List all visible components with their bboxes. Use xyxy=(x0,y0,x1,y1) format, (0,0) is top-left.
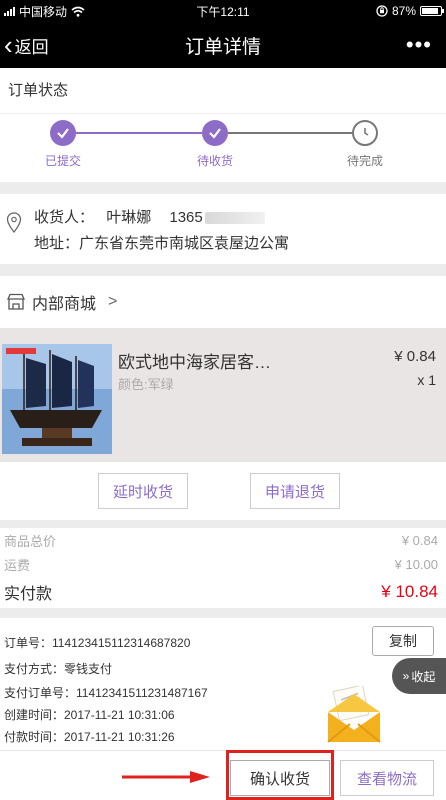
delay-receipt-button[interactable]: 延时收货 xyxy=(98,473,188,509)
page-title: 订单详情 xyxy=(184,36,261,58)
battery-icon xyxy=(420,6,444,16)
confirm-receipt-button[interactable]: 确认收货 xyxy=(230,760,330,796)
collapse-button[interactable]: » 收起 xyxy=(392,658,446,694)
product-image xyxy=(2,344,112,454)
created-time: 创建时间：2017-11-21 10:31:06 xyxy=(4,708,175,722)
paid-total-row: 实付款 ¥ 10.84 xyxy=(0,578,446,606)
goods-total-row: 商品总价 ¥ 0.84 xyxy=(0,528,446,552)
more-options-button[interactable]: ••• xyxy=(406,32,446,58)
chevron-left-icon: ‹ xyxy=(4,30,13,60)
bottom-action-bar: 确认收货 查看物流 xyxy=(0,750,446,800)
order-status-section: 订单状态 已提交 待收货 待完成 xyxy=(0,68,446,182)
request-return-button[interactable]: 申请退货 xyxy=(250,473,340,509)
paid-total-label: 实付款 xyxy=(4,586,53,603)
shipping-row: 运费 ¥ 10.00 xyxy=(0,552,446,576)
signal-icon xyxy=(4,6,15,16)
shop-icon xyxy=(6,293,26,310)
status-left: 中国移动 xyxy=(4,3,85,20)
price-summary: 商品总价 ¥ 0.84 运费 ¥ 10.00 实付款 ¥ 10.84 xyxy=(0,528,446,608)
wifi-icon xyxy=(71,6,85,17)
annotation-arrow-icon xyxy=(122,771,210,783)
step-submitted-check-icon xyxy=(50,120,76,146)
address-label: 地址： xyxy=(34,235,80,252)
phone-redaction xyxy=(204,212,265,225)
payment-method: 支付方式：零钱支付 xyxy=(4,662,113,676)
battery-level xyxy=(422,8,438,14)
back-label: 返回 xyxy=(14,37,49,57)
collapse-label: 收起 xyxy=(411,669,436,684)
recipient-line: 收货人： 叶琳娜 1365 xyxy=(34,206,265,227)
product-price: ¥ 0.84 xyxy=(394,348,436,365)
paid-time: 付款时间：2017-11-21 10:31:26 xyxy=(4,730,175,744)
battery-percent: 87% xyxy=(391,4,416,18)
goods-total-value: ¥ 0.84 xyxy=(401,532,438,548)
step-pending-clock-icon xyxy=(352,120,378,146)
shop-name: 内部商城 xyxy=(32,296,97,313)
back-button[interactable]: ‹ 返回 xyxy=(0,32,49,58)
step-label: 待完成 xyxy=(346,154,383,168)
address-text: 广东省东莞市南城区袁屋边公寓 xyxy=(79,235,290,252)
step-label: 已提交 xyxy=(44,154,81,168)
status-right: 87% xyxy=(376,4,444,18)
step-label: 待收货 xyxy=(196,154,233,168)
recipient-phone: 1365 xyxy=(169,209,203,226)
lock-rotation-icon xyxy=(376,5,388,17)
shipping-value: ¥ 10.00 xyxy=(394,556,438,572)
order-actions: 延时收货 申请退货 xyxy=(0,462,446,520)
payment-order-number: 支付订单号：11412341511231487167 xyxy=(4,686,208,700)
paid-total-value: ¥ 10.84 xyxy=(381,582,438,601)
status-steps: 已提交 待收货 待完成 xyxy=(0,114,446,182)
recipient-name: 叶琳娜 xyxy=(106,209,152,226)
copy-button[interactable]: 复制 xyxy=(372,626,434,656)
goods-total-label: 商品总价 xyxy=(4,533,57,549)
envelope-icon[interactable] xyxy=(326,686,382,744)
step-connector xyxy=(76,132,202,134)
recipient-label: 收货人： xyxy=(34,209,95,226)
nav-bar: ‹ 返回 订单详情 ••• xyxy=(0,22,446,68)
order-status-heading: 订单状态 xyxy=(0,68,446,114)
product-name: 欧式地中海家居客… xyxy=(118,353,271,372)
view-logistics-button[interactable]: 查看物流 xyxy=(340,760,434,796)
product-quantity: x 1 xyxy=(417,372,436,388)
carrier-label: 中国移动 xyxy=(19,4,68,19)
step-connector xyxy=(228,132,352,134)
order-number: 订单号：114123415112314687820 xyxy=(4,636,191,650)
location-pin-icon xyxy=(6,212,22,234)
double-chevron-right-icon: » xyxy=(402,669,410,683)
address-section: 收货人： 叶琳娜 1365 地址：广东省东莞市南城区袁屋边公寓 xyxy=(0,194,446,264)
step-awaiting-check-icon xyxy=(202,120,228,146)
shipping-label: 运费 xyxy=(4,557,31,573)
product-spec: 颜色:军绿 xyxy=(118,377,174,392)
status-bar: 中国移动 下午12:11 87% xyxy=(0,0,446,22)
shop-row[interactable]: 内部商城 > xyxy=(0,276,446,328)
chevron-right-icon: > xyxy=(108,293,118,310)
product-item[interactable]: 欧式地中海家居客… 颜色:军绿 ¥ 0.84 x 1 xyxy=(0,328,446,462)
address-line: 地址：广东省东莞市南城区袁屋边公寓 xyxy=(34,232,289,253)
